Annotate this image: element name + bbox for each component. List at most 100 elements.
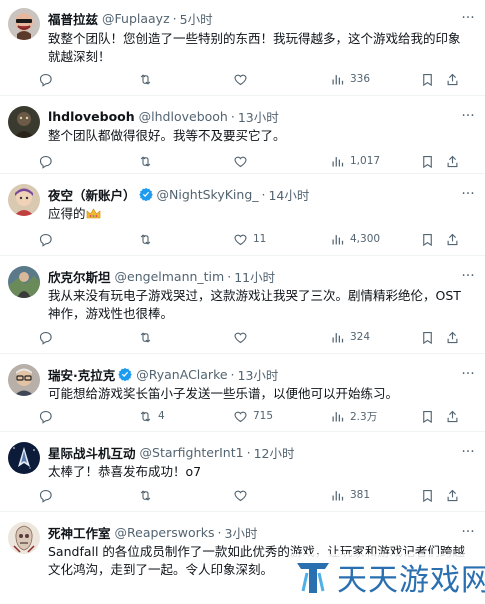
avatar[interactable] bbox=[8, 522, 40, 554]
share-button[interactable] bbox=[445, 152, 460, 170]
retweet-button[interactable] bbox=[138, 152, 153, 170]
site-watermark: 天天游戏网 bbox=[289, 554, 485, 600]
reply-button[interactable] bbox=[38, 328, 53, 346]
share-icon bbox=[445, 154, 460, 169]
like-icon bbox=[233, 154, 248, 169]
avatar[interactable] bbox=[8, 266, 40, 298]
views-button[interactable]: 381 bbox=[330, 486, 370, 504]
timestamp[interactable]: 3小时 bbox=[225, 523, 258, 542]
views-count: 336 bbox=[350, 73, 371, 85]
author-name[interactable]: 夜空（新账户） bbox=[48, 185, 136, 204]
timestamp[interactable]: 13小时 bbox=[238, 107, 279, 126]
views-button[interactable]: 2.3万 bbox=[330, 407, 377, 425]
retweet-button[interactable] bbox=[138, 486, 153, 504]
like-button[interactable] bbox=[233, 328, 248, 346]
share-button[interactable] bbox=[445, 486, 460, 504]
author-handle[interactable]: @Fuplaayz bbox=[102, 11, 170, 26]
avatar[interactable] bbox=[8, 8, 40, 40]
share-button[interactable] bbox=[445, 328, 460, 346]
retweet-button[interactable] bbox=[138, 328, 153, 346]
views-button[interactable]: 336 bbox=[330, 70, 370, 88]
like-icon bbox=[233, 488, 248, 503]
retweet-button[interactable]: 4 bbox=[138, 407, 165, 425]
bookmark-button[interactable] bbox=[420, 486, 435, 504]
author-handle[interactable]: @RyanAClarke bbox=[136, 367, 227, 382]
bookmark-button[interactable] bbox=[420, 407, 435, 425]
reply-button[interactable] bbox=[38, 70, 53, 88]
action-bar: 336 bbox=[38, 70, 468, 88]
retweet-button[interactable] bbox=[138, 230, 153, 248]
views-icon bbox=[330, 488, 345, 503]
retweet-icon bbox=[138, 72, 153, 87]
author-name[interactable]: 福普拉兹 bbox=[48, 9, 98, 28]
author-handle[interactable]: @engelmann_tim bbox=[115, 269, 225, 284]
views-button[interactable]: 4,300 bbox=[330, 230, 380, 248]
retweet-button[interactable] bbox=[138, 70, 153, 88]
views-icon bbox=[330, 232, 345, 247]
tweet[interactable]: 瑞安·克拉克 @RyanAClarke · 13小时 ··· 可能想给游戏奖长笛… bbox=[0, 354, 485, 432]
share-button[interactable] bbox=[445, 70, 460, 88]
like-button[interactable] bbox=[233, 152, 248, 170]
tweet[interactable]: 夜空（新账户） @NightSkyKing_ · 14小时 ··· 应得的 11… bbox=[0, 174, 485, 256]
reply-feed: 福普拉兹 @Fuplaayz · 5小时 ··· 致整个团队！您创造了一些特别的… bbox=[0, 0, 485, 604]
tweet[interactable]: 福普拉兹 @Fuplaayz · 5小时 ··· 致整个团队！您创造了一些特别的… bbox=[0, 0, 485, 96]
timestamp[interactable]: 13小时 bbox=[238, 365, 279, 384]
avatar[interactable] bbox=[8, 106, 40, 138]
views-button[interactable]: 1,017 bbox=[330, 152, 380, 170]
avatar[interactable] bbox=[8, 364, 40, 396]
timestamp[interactable]: 11小时 bbox=[234, 267, 275, 286]
bookmark-button[interactable] bbox=[420, 70, 435, 88]
timestamp[interactable]: 5小时 bbox=[180, 9, 213, 28]
tweet-text: 可能想给游戏奖长笛小子发送一些乐谱，以便他可以开始练习。 bbox=[48, 386, 399, 401]
watermark-logo-icon bbox=[293, 557, 333, 597]
bookmark-icon bbox=[420, 154, 435, 169]
author-name[interactable]: 星际战斗机互动 bbox=[48, 443, 136, 462]
retweet-icon bbox=[138, 232, 153, 247]
reply-button[interactable] bbox=[38, 486, 53, 504]
timestamp[interactable]: 14小时 bbox=[268, 185, 309, 204]
tweet-text: 致整个团队！您创造了一些特别的东西！我玩得越多，这个游戏给我的印象就越深刻！ bbox=[48, 31, 461, 64]
author-name[interactable]: 欣克尔斯坦 bbox=[48, 267, 111, 286]
more-icon[interactable]: ··· bbox=[459, 365, 477, 383]
author-name[interactable]: lhdlovebooh bbox=[48, 109, 135, 124]
more-icon[interactable]: ··· bbox=[459, 185, 477, 203]
share-icon bbox=[445, 409, 460, 424]
tweet[interactable]: 星际战斗机互动 @StarfighterInt1 · 12小时 ··· 太棒了！… bbox=[0, 432, 485, 512]
tweet-text-container: 应得的 bbox=[48, 205, 467, 223]
bookmark-button[interactable] bbox=[420, 328, 435, 346]
like-button[interactable] bbox=[233, 486, 248, 504]
more-icon[interactable]: ··· bbox=[459, 9, 477, 27]
bookmark-button[interactable] bbox=[420, 230, 435, 248]
avatar[interactable] bbox=[8, 184, 40, 216]
author-handle[interactable]: @NightSkyKing_ bbox=[157, 187, 259, 202]
avatar[interactable] bbox=[8, 442, 40, 474]
reply-button[interactable] bbox=[38, 230, 53, 248]
views-icon bbox=[330, 330, 345, 345]
bookmark-button[interactable] bbox=[420, 152, 435, 170]
like-icon bbox=[233, 232, 248, 247]
tweet-text: 我从来没有玩电子游戏哭过，这款游戏让我哭了三次。剧情精彩绝伦，OST 神作，游戏… bbox=[48, 288, 461, 321]
author-name[interactable]: 死神工作室 bbox=[48, 523, 111, 542]
timestamp[interactable]: 12小时 bbox=[254, 443, 295, 462]
more-icon[interactable]: ··· bbox=[459, 267, 477, 285]
views-button[interactable]: 324 bbox=[330, 328, 370, 346]
reply-button[interactable] bbox=[38, 152, 53, 170]
more-icon[interactable]: ··· bbox=[459, 107, 477, 125]
author-handle[interactable]: @Reapersworks bbox=[115, 525, 215, 540]
share-button[interactable] bbox=[445, 230, 460, 248]
tweet[interactable]: lhdlovebooh @lhdlovebooh · 13小时 ··· 整个团队… bbox=[0, 96, 485, 174]
author-name[interactable]: 瑞安·克拉克 bbox=[48, 365, 115, 384]
tweet[interactable]: 欣克尔斯坦 @engelmann_tim · 11小时 ··· 我从来没有玩电子… bbox=[0, 256, 485, 354]
bookmark-icon bbox=[420, 488, 435, 503]
more-icon[interactable]: ··· bbox=[459, 523, 477, 541]
reply-button[interactable] bbox=[38, 407, 53, 425]
like-button[interactable] bbox=[233, 70, 248, 88]
share-button[interactable] bbox=[445, 407, 460, 425]
author-handle[interactable]: @StarfighterInt1 bbox=[140, 445, 244, 460]
like-button[interactable]: 11 bbox=[233, 230, 266, 248]
like-button[interactable]: 715 bbox=[233, 407, 273, 425]
author-handle[interactable]: @lhdlovebooh bbox=[139, 109, 228, 124]
like-count: 11 bbox=[253, 233, 267, 245]
like-count: 715 bbox=[253, 410, 274, 422]
more-icon[interactable]: ··· bbox=[459, 443, 477, 461]
